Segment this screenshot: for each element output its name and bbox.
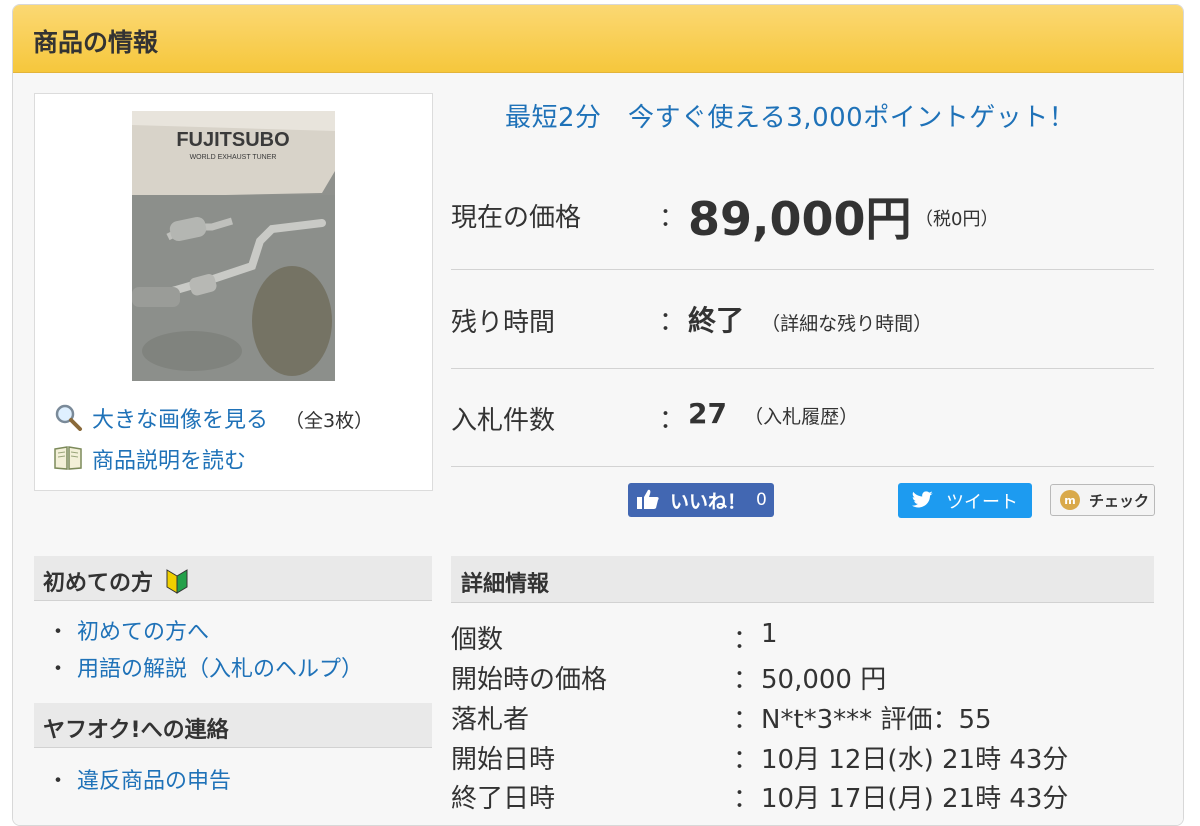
price-colon: ： <box>659 203 686 233</box>
beginner-guide-link[interactable]: 初めての方へ <box>77 620 209 645</box>
divider <box>451 466 1154 467</box>
list-item: ・用語の解説（入札のヘルプ） <box>47 651 363 683</box>
panel-title: 商品の情報 <box>33 28 159 57</box>
detailed-remaining-time-link[interactable]: 詳細な残り時間 <box>780 313 913 335</box>
paren-close: ） <box>913 313 933 335</box>
list-item: ・初めての方へ <box>47 614 209 646</box>
glossary-link[interactable]: 用語の解説（入札のヘルプ） <box>77 657 363 682</box>
remaining-time-value-group: 終了 （詳細な残り時間） <box>688 299 932 339</box>
check-label: チェック <box>1089 491 1150 510</box>
paren-open: （ <box>744 406 764 428</box>
magnifier-icon <box>53 403 85 431</box>
remaining-time-value: 終了 <box>688 304 745 337</box>
detail-colon: ： <box>733 745 760 775</box>
like-label: いいね！ <box>670 490 747 513</box>
description-link[interactable]: 商品説明を読む <box>92 449 246 474</box>
panel-body: FUJITSUBO WORLD EXHAUST TUNER 大きな画像を見る （… <box>13 73 1183 825</box>
beginner-mark-icon <box>165 568 189 594</box>
beginner-title-text: 初めての方 <box>43 571 154 596</box>
product-image-box: FUJITSUBO WORLD EXHAUST TUNER 大きな画像を見る （… <box>34 93 433 491</box>
detail-value: 10月 12日(水) 21時 43分 <box>761 745 1069 775</box>
description-row: 商品説明を読む <box>53 443 246 475</box>
image-count: （全3枚） <box>285 410 374 432</box>
remaining-time-label: 残り時間 <box>451 308 556 338</box>
mixi-check-icon: m <box>1059 489 1081 511</box>
report-violation-link[interactable]: 違反商品の申告 <box>77 769 231 794</box>
points-promo-link[interactable]: 最短2分 今すぐ使える3,000ポイントゲット！ <box>505 97 1075 134</box>
bids-colon: ： <box>659 405 686 435</box>
bid-count-value: 27 <box>688 397 727 430</box>
large-image-row: 大きな画像を見る （全3枚） <box>53 402 373 434</box>
current-price-row: 現在の価格 ： 89,000円 （税0円） <box>451 183 1153 253</box>
product-photo[interactable]: FUJITSUBO WORLD EXHAUST TUNER <box>132 111 335 381</box>
details-section-header: 詳細情報 <box>451 556 1154 603</box>
photo-brand-text: FUJITSUBO <box>176 129 289 151</box>
current-price-label: 現在の価格 <box>451 203 582 233</box>
product-info-panel: 商品の情報 FUJITSUBO WORLD EXHAUST TUNER 大きな画… <box>12 4 1184 826</box>
detail-label: 落札者 <box>451 705 530 735</box>
paren-close: ） <box>839 406 859 428</box>
remaining-colon: ： <box>659 307 686 337</box>
detail-colon: ： <box>733 665 760 695</box>
divider <box>451 368 1154 369</box>
book-icon <box>53 444 85 472</box>
details-section-title: 詳細情報 <box>461 572 550 597</box>
detail-label: 開始日時 <box>451 745 556 775</box>
panel-header: 商品の情報 <box>13 5 1183 73</box>
bid-count-label: 入札件数 <box>451 406 556 436</box>
bullet: ・ <box>47 657 70 682</box>
current-price-value: 89,000円 <box>688 192 912 246</box>
tweet-label: ツイート <box>946 491 1018 513</box>
detail-colon: ： <box>733 625 760 655</box>
bid-history-link[interactable]: 入札履歴 <box>763 406 839 428</box>
large-image-link[interactable]: 大きな画像を見る <box>92 408 268 433</box>
contact-section-header: ヤフオク!への連絡 <box>34 703 432 748</box>
thumbs-up-icon <box>636 488 662 512</box>
beginner-section-header: 初めての方 <box>34 556 432 601</box>
list-item: ・違反商品の申告 <box>47 763 231 795</box>
detail-label: 開始時の価格 <box>451 665 608 695</box>
twitter-bird-icon <box>911 490 936 511</box>
detail-label: 個数 <box>451 625 504 655</box>
like-count: 0 <box>756 490 767 510</box>
bid-count-value-group: 27 （入札履歴） <box>688 397 858 430</box>
tweet-button[interactable]: ツイート <box>898 483 1032 518</box>
divider <box>451 269 1154 270</box>
bid-count-row: 入札件数 ： 27 （入札履歴） <box>451 396 1153 436</box>
mixi-check-button[interactable]: m チェック <box>1050 484 1155 516</box>
photo-brand-subtext: WORLD EXHAUST TUNER <box>190 154 277 161</box>
contact-section-title: ヤフオク!への連絡 <box>43 718 229 743</box>
detail-value: 1 <box>761 619 778 649</box>
detail-value: 50,000 円 <box>761 665 887 695</box>
detail-value: N*t*3*** 評価：55 <box>761 705 992 735</box>
bullet: ・ <box>47 620 70 645</box>
bullet: ・ <box>47 769 70 794</box>
paren-open: （ <box>761 313 781 335</box>
facebook-like-button[interactable]: いいね！ 0 <box>628 483 774 517</box>
remaining-time-row: 残り時間 ： 終了 （詳細な残り時間） <box>451 298 1153 338</box>
detail-colon: ： <box>733 705 760 735</box>
beginner-section-title: 初めての方 <box>43 565 189 597</box>
tax-amount: （税0円） <box>915 209 999 230</box>
svg-text:m: m <box>1064 494 1075 507</box>
